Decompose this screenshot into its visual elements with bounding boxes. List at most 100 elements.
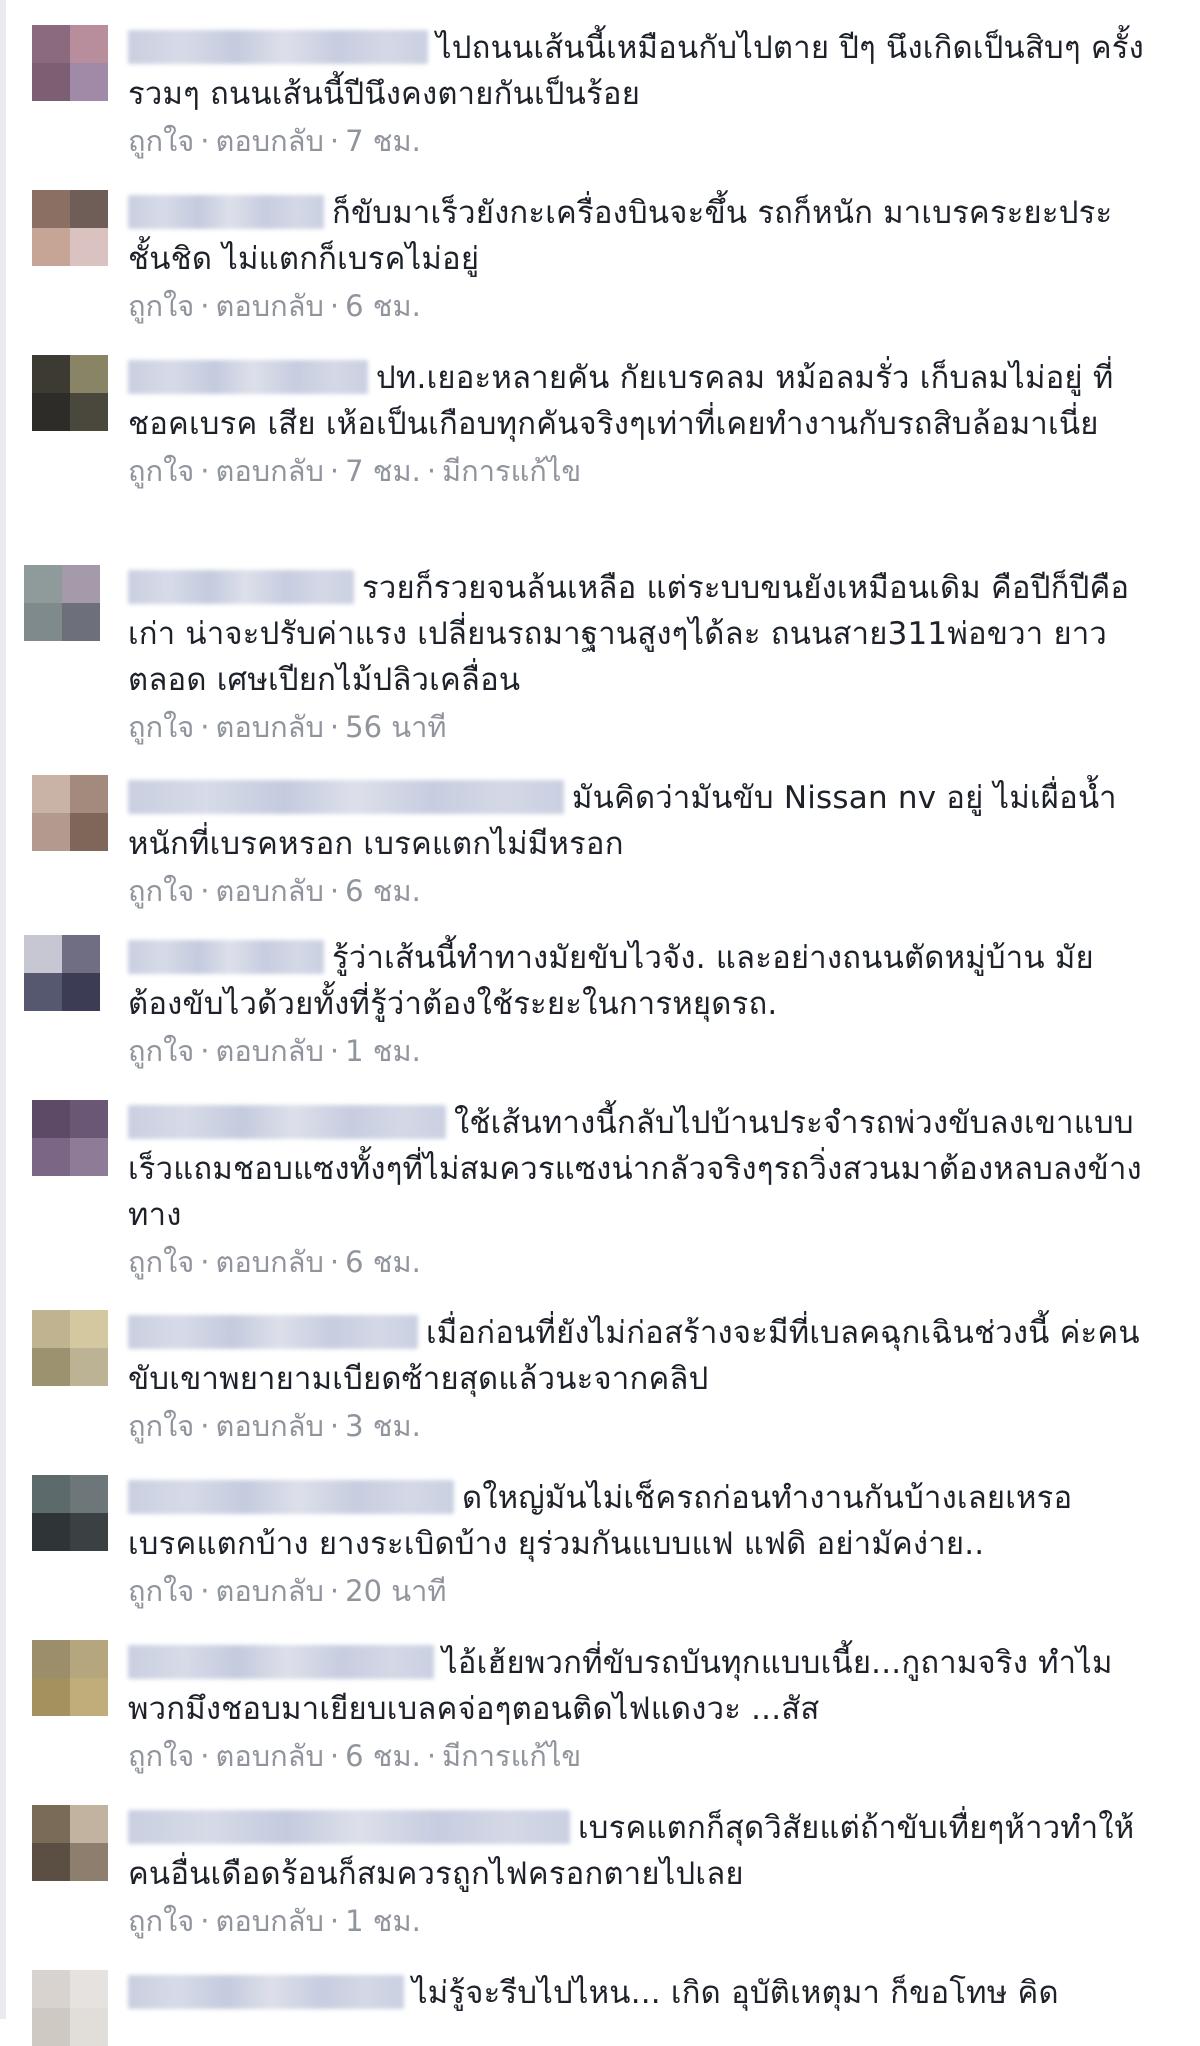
avatar[interactable] — [32, 25, 108, 101]
commenter-name-blurred[interactable] — [128, 1480, 454, 1514]
reply-link[interactable]: ตอบกลับ — [216, 1034, 324, 1068]
reply-link[interactable]: ตอบกลับ — [216, 454, 324, 488]
separator: · — [329, 454, 340, 488]
separator: · — [329, 710, 340, 744]
separator: · — [329, 1904, 340, 1938]
avatar[interactable] — [32, 1310, 108, 1386]
timestamp-link[interactable]: 7 ชม. — [345, 124, 421, 158]
like-link[interactable]: ถูกใจ — [128, 874, 194, 908]
comment-text: ไม่รู้จะรีบไปไหน... เกิด อุบัติเหตุมา ก็… — [128, 1970, 1148, 2016]
reply-link[interactable]: ตอบกลับ — [216, 1904, 324, 1938]
comment-text: รู้ว่าเส้นนี้ทำทางมัยขับไวจัง. และอย่างถ… — [128, 935, 1148, 1027]
avatar-pixel — [32, 1678, 70, 1716]
commenter-name-blurred[interactable] — [128, 1645, 434, 1679]
timestamp-link[interactable]: 7 ชม. — [345, 454, 421, 488]
timestamp-link[interactable]: 6 ชม. — [345, 874, 421, 908]
commenter-name-blurred[interactable] — [128, 940, 324, 974]
separator: · — [329, 1409, 340, 1443]
like-link[interactable]: ถูกใจ — [128, 289, 194, 323]
avatar-pixel — [32, 228, 70, 266]
avatar[interactable] — [24, 565, 100, 641]
reply-link[interactable]: ตอบกลับ — [216, 874, 324, 908]
avatar-pixel — [70, 355, 108, 393]
separator: · — [329, 1245, 340, 1279]
avatar-pixel — [32, 1805, 70, 1843]
like-link[interactable]: ถูกใจ — [128, 1034, 194, 1068]
commenter-name-blurred[interactable] — [128, 570, 354, 604]
comment-actions: ถูกใจ · ตอบกลับ · 3 ชม. — [128, 1406, 1148, 1446]
comment-text: เบรคแตกก็สุดวิสัยแต่ถ้าขับเทื่ยๆห้าวทำให… — [128, 1805, 1148, 1897]
timestamp-link[interactable]: 20 นาที — [345, 1574, 446, 1608]
separator: · — [329, 289, 340, 323]
avatar[interactable] — [32, 775, 108, 851]
comment-text: รวยก็รวยจนล้นเหลือ แต่ระบบขนยังเหมือนเดิ… — [128, 565, 1148, 703]
avatar-pixel — [70, 1640, 108, 1678]
reply-link[interactable]: ตอบกลับ — [216, 710, 324, 744]
commenter-name-blurred[interactable] — [128, 195, 324, 229]
commenter-name-blurred[interactable] — [128, 360, 368, 394]
avatar-pixel — [70, 1678, 108, 1716]
avatar[interactable] — [32, 1475, 108, 1551]
avatar-pixel — [62, 935, 100, 973]
reply-link[interactable]: ตอบกลับ — [216, 1409, 324, 1443]
like-link[interactable]: ถูกใจ — [128, 124, 194, 158]
comment-text: ก็ขับมาเร็วยังกะเครื่องบินจะขึ้น รถก็หนั… — [128, 190, 1148, 282]
avatar[interactable] — [32, 355, 108, 431]
avatar-pixel — [62, 973, 100, 1011]
avatar[interactable] — [32, 1970, 108, 2046]
comment-actions: ถูกใจ · ตอบกลับ · 6 ชม. — [128, 1242, 1148, 1282]
avatar[interactable] — [32, 1640, 108, 1716]
separator: · — [329, 1034, 340, 1068]
separator: · — [200, 710, 210, 744]
avatar-pixel — [70, 393, 108, 431]
avatar[interactable] — [24, 935, 100, 1011]
separator: · — [329, 1574, 340, 1608]
reply-link[interactable]: ตอบกลับ — [216, 289, 324, 323]
timestamp-link[interactable]: 6 ชม. — [345, 289, 421, 323]
comment-text: ปท.เยอะหลายคัน กัยเบรคลม หม้อลมรั่ว เก็บ… — [128, 355, 1148, 447]
edited-link[interactable]: มีการแก้ไข — [442, 454, 581, 488]
like-link[interactable]: ถูกใจ — [128, 1904, 194, 1938]
commenter-name-blurred[interactable] — [128, 30, 428, 64]
timestamp-link[interactable]: 6 ชม. — [345, 1245, 421, 1279]
reply-link[interactable]: ตอบกลับ — [216, 1245, 324, 1279]
avatar[interactable] — [32, 1805, 108, 1881]
separator: · — [200, 124, 210, 158]
avatar[interactable] — [32, 190, 108, 266]
edited-link[interactable]: มีการแก้ไข — [442, 1739, 581, 1773]
commenter-name-blurred[interactable] — [128, 1975, 404, 2009]
timestamp-link[interactable]: 56 นาที — [345, 710, 446, 744]
separator: · — [200, 1409, 210, 1443]
comment-text: ใช้เส้นทางนี้กลับไปบ้านประจำรถพ่วงขับลงเ… — [128, 1100, 1148, 1238]
like-link[interactable]: ถูกใจ — [128, 1739, 194, 1773]
avatar-pixel — [32, 1310, 70, 1348]
comment-text-content: ไม่รู้จะรีบไปไหน... เกิด อุบัติเหตุมา ก็… — [412, 1975, 1059, 2011]
avatar-pixel — [32, 2008, 70, 2046]
avatar-pixel — [32, 1475, 70, 1513]
avatar[interactable] — [32, 1100, 108, 1176]
commenter-name-blurred[interactable] — [128, 1315, 418, 1349]
avatar-pixel — [32, 1138, 70, 1176]
comment-text: ไอ้เฮ้ยพวกที่ขับรถบันทุกแบบเนี้ย...กูถาม… — [128, 1640, 1148, 1732]
like-link[interactable]: ถูกใจ — [128, 1245, 194, 1279]
like-link[interactable]: ถูกใจ — [128, 454, 194, 488]
separator: · — [200, 874, 210, 908]
timestamp-link[interactable]: 1 ชม. — [345, 1904, 421, 1938]
reply-link[interactable]: ตอบกลับ — [216, 1739, 324, 1773]
like-link[interactable]: ถูกใจ — [128, 1574, 194, 1608]
like-link[interactable]: ถูกใจ — [128, 1409, 194, 1443]
commenter-name-blurred[interactable] — [128, 780, 564, 814]
comment-text: เมื่อก่อนที่ยังไม่ก่อสร้างจะมีที่เบลคฉุก… — [128, 1310, 1148, 1402]
avatar-pixel — [70, 1348, 108, 1386]
commenter-name-blurred[interactable] — [128, 1105, 446, 1139]
comment-actions: ถูกใจ · ตอบกลับ · 1 ชม. — [128, 1901, 1148, 1941]
commenter-name-blurred[interactable] — [128, 1810, 570, 1844]
reply-link[interactable]: ตอบกลับ — [216, 124, 324, 158]
timestamp-link[interactable]: 3 ชม. — [345, 1409, 421, 1443]
reply-link[interactable]: ตอบกลับ — [216, 1574, 324, 1608]
timestamp-link[interactable]: 6 ชม. — [345, 1739, 421, 1773]
timestamp-link[interactable]: 1 ชม. — [345, 1034, 421, 1068]
separator: · — [200, 1245, 210, 1279]
like-link[interactable]: ถูกใจ — [128, 710, 194, 744]
avatar-pixel — [32, 1513, 70, 1551]
